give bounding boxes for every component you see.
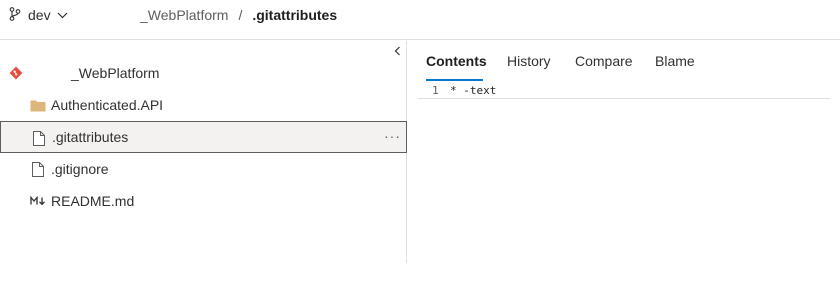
folder-icon (30, 97, 46, 113)
tree-item-file[interactable]: .gitattributes ··· (0, 121, 407, 153)
chevron-down-icon (57, 12, 68, 19)
tree-item-label: _WebPlatform (71, 65, 160, 81)
breadcrumb-repo[interactable]: _WebPlatform (140, 7, 228, 23)
tree-item-label: README.md (51, 193, 135, 209)
file-icon (30, 161, 46, 177)
chevron-left-icon (394, 46, 400, 56)
branch-icon (9, 6, 21, 24)
file-tree-panel: _WebPlatform Authenticated.API .gitattri… (0, 41, 407, 263)
active-tab-indicator (426, 79, 483, 81)
file-view-panel: Contents History Compare Blame 1 * -text (408, 41, 840, 281)
collapse-panel-button[interactable] (391, 44, 403, 58)
tab-history[interactable]: History (507, 53, 551, 69)
tree-item-label: .gitignore (51, 161, 109, 177)
tab-contents[interactable]: Contents (426, 53, 487, 69)
line-number: 1 (432, 84, 439, 97)
file-icon (31, 130, 47, 146)
code-line: * -text (450, 84, 497, 97)
tree-item-file[interactable]: README.md (0, 185, 407, 217)
tree-item-folder[interactable]: Authenticated.API (0, 89, 407, 121)
git-repo-icon (8, 65, 24, 81)
top-bar: dev _WebPlatform / .gitattributes (0, 0, 840, 40)
tab-blame[interactable]: Blame (655, 53, 695, 69)
code-viewer[interactable]: 1 * -text (418, 84, 830, 99)
tree-item-label: .gitattributes (52, 129, 129, 145)
breadcrumb: _WebPlatform / .gitattributes (140, 5, 337, 25)
tree-item-file[interactable]: .gitignore (0, 153, 407, 185)
breadcrumb-file: .gitattributes (252, 7, 338, 23)
breadcrumb-separator: / (238, 7, 243, 23)
branch-name: dev (28, 7, 51, 23)
tree-item-label: Authenticated.API (51, 97, 164, 113)
markdown-icon (30, 193, 46, 209)
tab-compare[interactable]: Compare (575, 53, 633, 69)
branch-selector[interactable]: dev (9, 5, 68, 25)
more-actions-button[interactable]: ··· (384, 128, 401, 144)
tree-item-repo[interactable]: _WebPlatform (0, 57, 407, 89)
